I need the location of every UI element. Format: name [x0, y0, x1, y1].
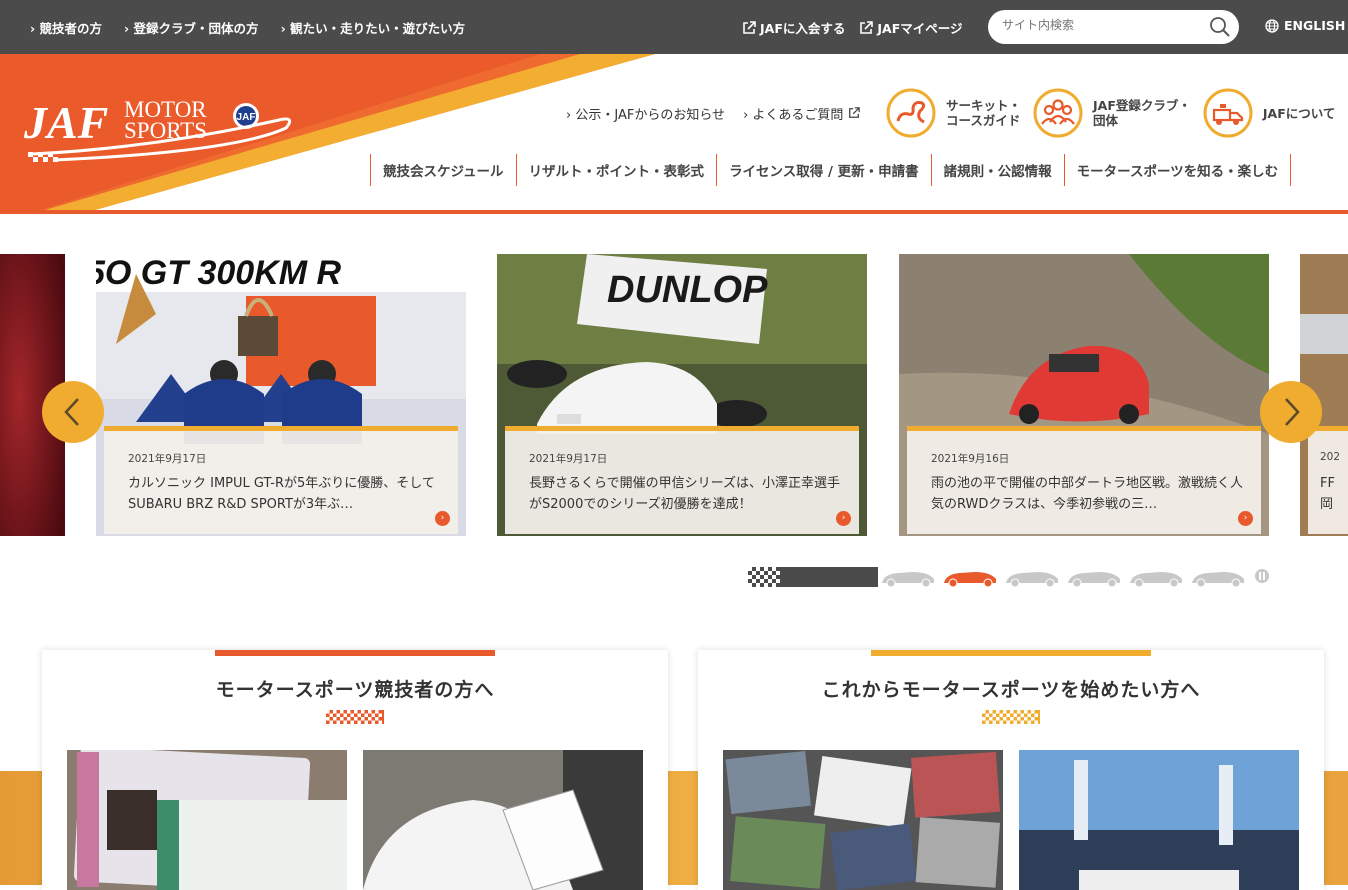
notices-link[interactable]: › 公示・JAFからのお知らせ [566, 104, 725, 123]
card-accent-bar [871, 650, 1151, 656]
slide-date: 202 [1320, 451, 1341, 463]
external-links: JAFに入会する JAFマイページ [742, 18, 963, 37]
slide-caption: 2021年9月17日 長野さるくらで開催の甲信シリーズは、小澤正幸選手がS200… [505, 426, 859, 534]
link-clubs[interactable]: › 登録クラブ・団体の方 [124, 18, 259, 37]
slide-date: 2021年9月16日 [931, 453, 1010, 465]
news-slide[interactable]: DUNLOP 2021年9月17日 長野さるくらで開催の甲信シリーズは、小澤正幸… [497, 254, 867, 536]
event-thumbnail[interactable] [1019, 750, 1299, 890]
checkered-divider [326, 710, 384, 724]
main-navigation: 競技会スケジュール リザルト・ポイント・表彰式 ライセンス取得 / 更新・申請書… [370, 154, 1292, 186]
checkered-flag-graphic [748, 567, 878, 587]
pager-dot[interactable] [1192, 572, 1244, 588]
faq-label: よくあるご質問 [752, 108, 844, 123]
carousel-prev-button[interactable] [42, 381, 104, 443]
language-label: ENGLISH [1284, 18, 1346, 33]
slide-title: カルソニック IMPUL GT-Rが5年ぶりに優勝、そしてSUBARU BRZ … [128, 476, 435, 512]
clubs-guide-line1: JAF登録クラブ・ [1093, 98, 1191, 113]
external-link-icon [743, 20, 756, 34]
pager-dot[interactable] [1068, 572, 1120, 588]
chevron-left-icon [64, 398, 79, 426]
official-thumbnail[interactable] [363, 750, 643, 890]
slide-caption: 2021年9月16日 雨の池の平で開催の中部ダートラ地区戦。激戦続く人気のRWD… [907, 426, 1261, 534]
event-crowd-image [1019, 750, 1299, 890]
clubs-guide-line2: 団体 [1093, 113, 1119, 128]
license-cards-image [67, 750, 347, 890]
chevron-right-icon [1285, 398, 1300, 426]
photo-collage-image [723, 750, 1003, 890]
link-competitors-label: 競技者の方 [39, 21, 103, 36]
about-jaf-link[interactable]: JAFについて [1203, 88, 1336, 138]
globe-icon [1265, 18, 1279, 33]
section-title: モータースポーツ競技者の方へ [215, 679, 495, 701]
official-worker-image [363, 750, 643, 890]
nav-learn-enjoy[interactable]: モータースポーツを知る・楽しむ [1063, 154, 1292, 186]
news-carousel: 5O GT 300KM R 2021年9月17日 カルソニック IMPUL GT… [0, 254, 1348, 536]
tow-truck-icon [1203, 88, 1253, 138]
pager-dot[interactable] [1130, 572, 1182, 588]
news-slide[interactable]: 2021年9月16日 雨の池の平で開催の中部ダートラ地区戦。激戦続く人気のRWD… [899, 254, 1269, 536]
svg-text:SPORTS: SPORTS [124, 118, 207, 143]
section-title: これからモータースポーツを始めたい方へ [821, 679, 1201, 701]
slide-date: 2021年9月17日 [128, 453, 207, 465]
slide-caption: 2021年9月17日 カルソニック IMPUL GT-Rが5年ぶりに優勝、そして… [104, 426, 458, 534]
slide-title: FF 岡 [1320, 476, 1335, 512]
card-accent-bar [215, 650, 495, 656]
license-thumbnail[interactable] [67, 750, 347, 890]
site-header: JAF MOTOR SPORTS JAF › 公示・JAFからのお知らせ › よ… [0, 54, 1348, 214]
circuit-guide-link[interactable]: サーキット・ コースガイド [886, 88, 1021, 138]
nav-regulations[interactable]: 諸規則・公認情報 [930, 154, 1064, 186]
people-group-icon [1033, 88, 1083, 138]
svg-text:JAF: JAF [237, 112, 256, 123]
link-spectators[interactable]: › 観たい・走りたい・遊びたい方 [281, 18, 466, 37]
carousel-pager [748, 567, 1269, 588]
circuit-guide-line1: サーキット・ [946, 98, 1022, 113]
guide-links: サーキット・ コースガイド JAF登録クラブ・ 団体 JAFについて [886, 88, 1335, 138]
chevron-right-icon[interactable]: › [435, 511, 450, 526]
chevron-right-icon[interactable]: › [1238, 511, 1253, 526]
pager-dot[interactable] [882, 572, 934, 588]
nav-results[interactable]: リザルト・ポイント・表彰式 [515, 154, 717, 186]
jaf-mypage-label: JAFマイページ [877, 21, 963, 36]
external-link-icon [860, 20, 874, 34]
svg-text:DUNLOP: DUNLOP [607, 269, 768, 311]
header-subnav: › 公示・JAFからのお知らせ › よくあるご質問 [566, 104, 860, 123]
news-slide[interactable]: 5O GT 300KM R 2021年9月17日 カルソニック IMPUL GT… [96, 254, 466, 536]
link-spectators-label: 観たい・走りたい・遊びたい方 [290, 21, 466, 36]
header-divider [0, 210, 1348, 214]
faq-link[interactable]: › よくあるご質問 [743, 104, 860, 123]
notices-label: 公示・JAFからのお知らせ [575, 108, 726, 123]
clubs-guide-link[interactable]: JAF登録クラブ・ 団体 [1033, 88, 1191, 138]
slide-date: 2021年9月17日 [529, 453, 608, 465]
slide-title: 長野さるくらで開催の甲信シリーズは、小澤正幸選手がS2000でのシリーズ初優勝を… [529, 476, 840, 512]
jaf-motor-sports-logo[interactable]: JAF MOTOR SPORTS JAF [24, 90, 294, 170]
search-input[interactable] [1002, 18, 1202, 32]
utility-bar: › 競技者の方 › 登録クラブ・団体の方 › 観たい・走りたい・遊びたい方 JA… [0, 0, 1348, 54]
language-switch[interactable]: ENGLISH [1265, 18, 1345, 33]
chevron-right-icon[interactable]: › [836, 511, 851, 526]
audience-links: › 競技者の方 › 登録クラブ・団体の方 › 観たい・走りたい・遊びたい方 [30, 18, 465, 37]
circuit-guide-line2: コースガイド [946, 113, 1021, 128]
site-search [988, 10, 1239, 44]
pager-dot[interactable] [1006, 572, 1058, 588]
nav-license[interactable]: ライセンス取得 / 更新・申請書 [716, 154, 931, 186]
collage-thumbnail[interactable] [723, 750, 1003, 890]
join-jaf-label: JAFに入会する [760, 21, 846, 36]
checkered-divider [982, 710, 1040, 724]
search-icon[interactable] [1209, 16, 1231, 38]
carousel-next-button[interactable] [1260, 381, 1322, 443]
nav-schedule[interactable]: 競技会スケジュール [370, 154, 516, 186]
external-link-icon [848, 107, 860, 118]
join-jaf-link[interactable]: JAFに入会する [742, 18, 845, 37]
link-competitors[interactable]: › 競技者の方 [30, 18, 102, 37]
section-card-beginners: これからモータースポーツを始めたい方へ [698, 650, 1324, 890]
svg-text:JAF: JAF [24, 97, 108, 148]
circuit-map-icon [886, 88, 936, 138]
about-jaf-label: JAFについて [1262, 105, 1336, 121]
pager-dot-active[interactable] [944, 572, 996, 588]
pause-icon[interactable] [1255, 569, 1269, 583]
section-card-competitors: モータースポーツ競技者の方へ [42, 650, 668, 890]
slide-title: 雨の池の平で開催の中部ダートラ地区戦。激戦続く人気のRWDクラスは、今季初参戦の… [931, 476, 1244, 512]
link-clubs-label: 登録クラブ・団体の方 [133, 21, 259, 36]
jaf-mypage-link[interactable]: JAFマイページ [859, 18, 963, 37]
